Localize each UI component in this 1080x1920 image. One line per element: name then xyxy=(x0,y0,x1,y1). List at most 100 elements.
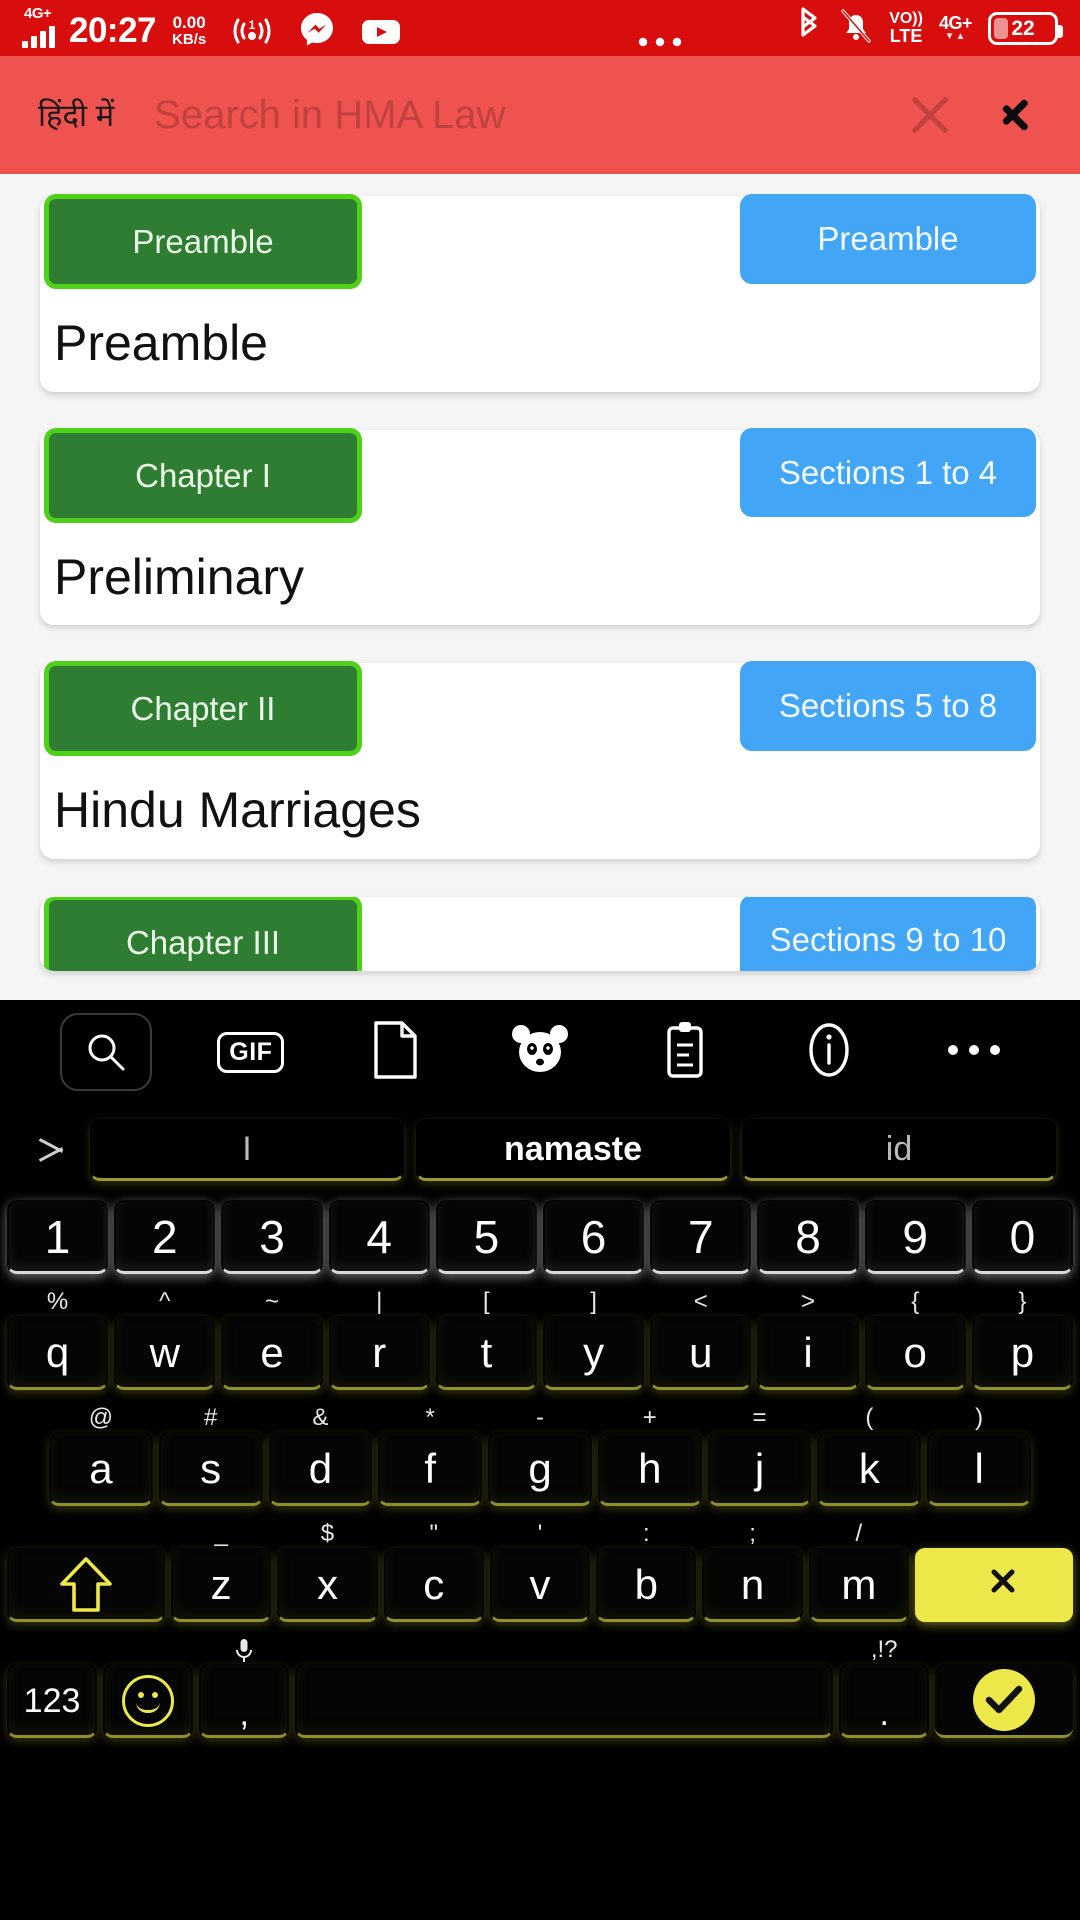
info-button[interactable] xyxy=(757,1019,902,1086)
collapse-suggestions-icon[interactable] xyxy=(18,1138,84,1162)
search-icon[interactable] xyxy=(60,1013,153,1091)
volte-bottom-label: LTE xyxy=(889,26,923,46)
battery-percent-label: 22 xyxy=(1011,16,1035,40)
clipboard-button[interactable] xyxy=(612,1019,757,1086)
key-w-symbol: ^ xyxy=(159,1288,171,1315)
search-input[interactable] xyxy=(154,92,898,138)
info-icon[interactable] xyxy=(804,1019,854,1086)
net-speed-unit: KB/s xyxy=(172,31,207,49)
key-2[interactable]: 2 xyxy=(114,1200,216,1274)
key-m[interactable]: / m xyxy=(808,1522,909,1622)
sections-chip[interactable]: Sections 9 to 10 xyxy=(740,896,1036,971)
key-z[interactable]: _ z xyxy=(171,1522,272,1622)
key-a-label: a xyxy=(89,1444,113,1492)
key-u-label: u xyxy=(689,1328,713,1376)
chapter-chip[interactable]: Chapter I xyxy=(44,427,362,523)
on-screen-keyboard[interactable]: GIF I namaste id 1 2 3 4 5 6 7 8 9 0 % q… xyxy=(0,1000,1080,1920)
key-o[interactable]: {o xyxy=(864,1290,966,1390)
sections-chip[interactable]: Sections 1 to 4 xyxy=(740,427,1036,518)
enter-key[interactable] xyxy=(935,1664,1074,1738)
key-7[interactable]: 7 xyxy=(650,1200,752,1274)
chapter-card-header: Chapter III Sections 9 to 10 xyxy=(40,896,1040,971)
key-v-label: v xyxy=(529,1560,551,1608)
key-6[interactable]: 6 xyxy=(543,1200,645,1274)
keyboard-more-button[interactable] xyxy=(901,1043,1046,1062)
key-c[interactable]: " c xyxy=(383,1522,484,1622)
key-j[interactable]: = j xyxy=(707,1406,812,1506)
key-a[interactable]: @ a xyxy=(48,1406,153,1506)
key-u[interactable]: < u xyxy=(650,1290,752,1390)
key-3[interactable]: 3 xyxy=(221,1200,323,1274)
chapter-chip[interactable]: Chapter III xyxy=(44,896,362,971)
key-8[interactable]: 8 xyxy=(757,1200,859,1274)
sticker-icon[interactable] xyxy=(368,1019,422,1086)
key-h-symbol: + xyxy=(642,1404,657,1431)
enter-check-icon xyxy=(973,1668,1036,1731)
key-h[interactable]: + h xyxy=(597,1406,702,1506)
chapter-card[interactable]: Chapter III Sections 9 to 10 xyxy=(40,896,1040,971)
chapter-card-header: Chapter II Sections 5 to 8 xyxy=(40,661,1040,756)
chapter-chip[interactable]: Preamble xyxy=(44,194,362,289)
key-s[interactable]: # s xyxy=(158,1406,263,1506)
panda-sticker-button[interactable] xyxy=(468,1022,613,1083)
suggestion-item[interactable]: namaste xyxy=(416,1119,730,1181)
backspace-key[interactable] xyxy=(914,1548,1074,1622)
language-toggle-button[interactable]: हिंदी में xyxy=(30,90,122,140)
sticker-button[interactable] xyxy=(323,1019,468,1086)
key-k[interactable]: (k xyxy=(817,1406,922,1506)
key-i-symbol: > xyxy=(800,1288,816,1315)
emoji-key[interactable] xyxy=(103,1664,194,1738)
key-w[interactable]: ^ w xyxy=(114,1290,216,1390)
chapter-title: Preamble xyxy=(54,315,268,371)
close-icon[interactable] xyxy=(898,83,962,147)
key-1[interactable]: 1 xyxy=(6,1200,109,1274)
key-z-symbol: _ xyxy=(214,1520,228,1547)
key-0[interactable]: 0 xyxy=(971,1200,1074,1274)
key-t[interactable]: [t xyxy=(435,1290,537,1390)
key-y-label: y xyxy=(583,1328,605,1376)
key-x[interactable]: $ x xyxy=(277,1522,378,1622)
chapter-chip[interactable]: Chapter II xyxy=(44,661,362,756)
key-g[interactable]: -g xyxy=(488,1406,592,1506)
chapter-card[interactable]: Preamble Preamble Preamble xyxy=(40,194,1040,392)
panda-icon[interactable] xyxy=(509,1022,571,1083)
chapter-card[interactable]: Chapter I Sections 1 to 4 Preliminary xyxy=(40,427,1040,625)
key-4[interactable]: 4 xyxy=(328,1200,430,1274)
keyboard-search-button[interactable] xyxy=(34,1013,179,1091)
sections-chip[interactable]: Sections 5 to 8 xyxy=(740,661,1036,751)
chevron-right-icon[interactable] xyxy=(988,87,1044,143)
key-r[interactable]: | r xyxy=(328,1290,430,1390)
messenger-icon xyxy=(298,10,336,48)
suggestion-item[interactable]: I xyxy=(90,1119,404,1181)
key-b[interactable]: :b xyxy=(596,1522,697,1622)
data-arrows-icon: ▼▲ xyxy=(944,31,967,42)
period-key[interactable]: ,!? . xyxy=(839,1638,930,1738)
key-9[interactable]: 9 xyxy=(864,1200,966,1274)
more-icon[interactable] xyxy=(946,1043,1002,1062)
key-i[interactable]: > i xyxy=(757,1290,859,1390)
keyboard-row-qwerty: % q ^ w ~ e | r [t ] y < u > i {o } p xyxy=(0,1290,1080,1394)
key-u-symbol: < xyxy=(693,1288,708,1315)
sections-chip[interactable]: Preamble xyxy=(740,194,1036,284)
key-f[interactable]: * f xyxy=(378,1406,483,1506)
key-p[interactable]: } p xyxy=(971,1290,1074,1390)
key-v[interactable]: ' v xyxy=(489,1522,591,1622)
mic-icon[interactable] xyxy=(234,1638,254,1669)
key-d[interactable]: & d xyxy=(268,1406,373,1506)
clipboard-icon[interactable] xyxy=(661,1019,709,1086)
key-e[interactable]: ~ e xyxy=(221,1290,323,1390)
key-5[interactable]: 5 xyxy=(435,1200,537,1274)
numeric-mode-key[interactable]: 123 xyxy=(6,1664,98,1738)
key-y[interactable]: ] y xyxy=(543,1290,645,1390)
comma-key[interactable]: , xyxy=(199,1639,290,1738)
gif-icon[interactable]: GIF xyxy=(217,1031,285,1073)
key-n[interactable]: ; n xyxy=(702,1522,803,1622)
suggestion-item[interactable]: id xyxy=(742,1119,1056,1181)
space-key[interactable] xyxy=(295,1664,834,1738)
shift-key[interactable] xyxy=(6,1548,166,1622)
gif-button[interactable]: GIF xyxy=(179,1031,324,1073)
status-overflow-icon xyxy=(637,36,683,48)
key-l[interactable]: ) l xyxy=(927,1406,1032,1506)
chapter-card[interactable]: Chapter II Sections 5 to 8 Hindu Marriag… xyxy=(40,661,1040,859)
key-q[interactable]: % q xyxy=(6,1290,109,1390)
